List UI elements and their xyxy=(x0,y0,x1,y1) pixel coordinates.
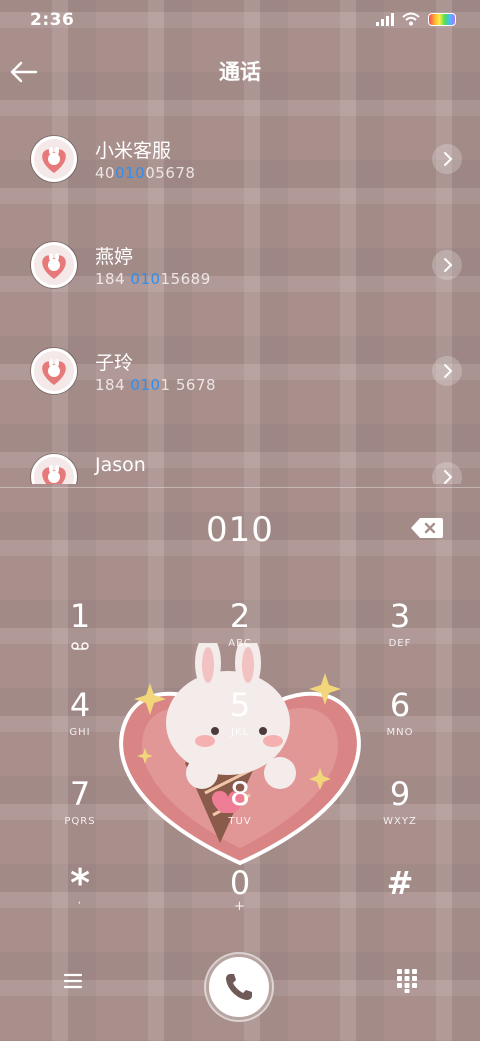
status-time: 2:36 xyxy=(30,10,75,30)
header: 通话 xyxy=(0,44,480,100)
contact-row[interactable]: 燕婷 184 01015689 xyxy=(0,214,480,320)
dialer-panel: 010 1 2 ABC 3 DEF 4 GHI 5 JKL 6 MNO 7 PQ… xyxy=(0,487,480,1041)
contact-number: 4001005678 xyxy=(95,164,196,182)
contact-number: 184 01015689 xyxy=(95,270,211,288)
status-icons xyxy=(376,12,456,26)
contact-name: 燕婷 xyxy=(95,246,134,268)
key-star[interactable]: * , xyxy=(20,863,140,943)
contact-name: 子玲 xyxy=(95,352,134,374)
status-bar: 2:36 xyxy=(0,0,480,44)
chevron-right-icon xyxy=(444,258,453,272)
wifi-icon xyxy=(402,12,420,26)
key-5[interactable]: 5 JKL xyxy=(180,685,300,765)
battery-icon xyxy=(428,12,456,26)
avatar xyxy=(31,242,77,288)
phone-icon xyxy=(226,974,252,1000)
keypad-icon[interactable] xyxy=(394,966,420,994)
key-4[interactable]: 4 GHI xyxy=(20,685,140,765)
key-3[interactable]: 3 DEF xyxy=(340,596,460,676)
contact-row[interactable]: 小米客服 4001005678 xyxy=(0,108,480,214)
key-7[interactable]: 7 PQRS xyxy=(20,774,140,854)
contact-details-button[interactable] xyxy=(432,144,462,174)
chevron-right-icon xyxy=(444,152,453,166)
signal-icon xyxy=(376,12,394,26)
contact-name: Jason xyxy=(95,454,146,476)
avatar xyxy=(31,454,77,484)
dialed-number: 010 xyxy=(206,510,274,550)
contact-details-button[interactable] xyxy=(432,250,462,280)
contact-number: 184 0101 5678 xyxy=(95,376,217,394)
key-0[interactable]: 0 + xyxy=(180,863,300,943)
contact-name: 小米客服 xyxy=(95,140,172,162)
contact-details-button[interactable] xyxy=(432,356,462,386)
key-8[interactable]: 8 TUV xyxy=(180,774,300,854)
call-button[interactable] xyxy=(206,954,272,1020)
page-title: 通话 xyxy=(219,60,261,84)
avatar xyxy=(31,348,77,394)
key-2[interactable]: 2 ABC xyxy=(180,596,300,676)
chevron-right-icon xyxy=(444,470,453,484)
contact-row[interactable]: 子玲 184 0101 5678 xyxy=(0,320,480,426)
menu-icon[interactable] xyxy=(58,968,88,994)
backspace-icon[interactable] xyxy=(410,516,444,540)
key-1[interactable]: 1 xyxy=(20,596,140,676)
key-hash[interactable]: # xyxy=(340,863,460,943)
contact-list: 小米客服 4001005678 燕婷 184 01015689 子玲 184 0… xyxy=(0,108,480,484)
avatar xyxy=(31,136,77,182)
key-9[interactable]: 9 WXYZ xyxy=(340,774,460,854)
chevron-right-icon xyxy=(444,364,453,378)
contact-details-button[interactable] xyxy=(432,462,462,484)
contact-row[interactable]: Jason xyxy=(0,426,480,484)
voicemail-icon xyxy=(71,642,89,650)
key-6[interactable]: 6 MNO xyxy=(340,685,460,765)
